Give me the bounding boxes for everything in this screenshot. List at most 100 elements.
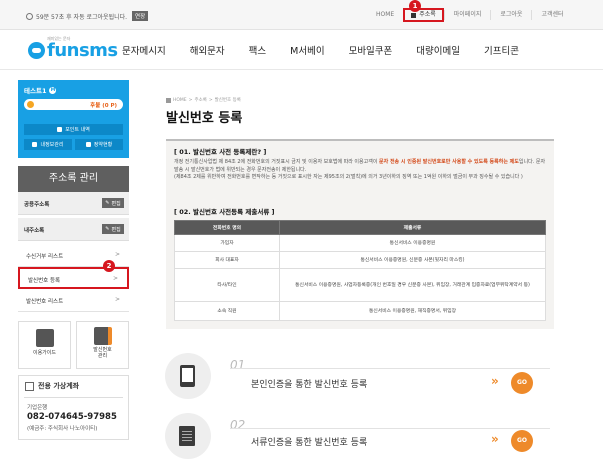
divider: [24, 397, 123, 398]
top-link-home[interactable]: HOME: [367, 10, 403, 20]
page-title: 발신번호 등록: [166, 111, 243, 126]
method2-label[interactable]: 서류인증을 통한 발신번호 등록: [251, 435, 367, 448]
sidebar-item-sender-list[interactable]: 발신번호 리스트 >: [18, 290, 129, 312]
table-header: 전화번호 명의: [174, 220, 280, 235]
breadcrumb-home[interactable]: HOME: [173, 98, 187, 103]
addressbook-icon: [411, 12, 417, 18]
bank-name: 기업은행: [27, 405, 48, 411]
double-chevron-icon: »: [491, 374, 499, 388]
table-cell: 회사 대표자: [174, 251, 280, 269]
point-balance: 후불 (0 P): [24, 99, 123, 110]
top-link-addressbook-label: 주소록: [419, 11, 436, 18]
sidebar-section-shared-addressbook[interactable]: 공용주소록 ✎ 편집: [18, 192, 129, 215]
breadcrumb-sep: >: [188, 97, 193, 103]
method2-number: 02: [230, 418, 246, 432]
section1-title: [ 01. 발신번호 사전 등록제란? ]: [174, 148, 267, 156]
extend-session-button[interactable]: 연장: [132, 11, 149, 21]
section-label: 공용주소록: [24, 202, 50, 208]
pencil-icon: ✎: [105, 226, 110, 232]
top-link-logout[interactable]: 로그아웃: [490, 10, 531, 20]
breadcrumb-current: 발신번호 등록: [214, 98, 241, 103]
my-info-button[interactable]: 내정보관리: [24, 139, 72, 150]
edit-label: 편집: [111, 200, 121, 207]
sidebar-title: 주소록 관리: [18, 166, 129, 192]
step-badge-2: 2: [103, 260, 115, 272]
method1-go-button[interactable]: GO: [511, 372, 533, 394]
method1-number: 01: [230, 358, 246, 372]
table-header: 제출서류: [279, 220, 546, 235]
user-name-text: 테스트1: [24, 87, 47, 95]
nav-mobile-coupon[interactable]: 모바일쿠폰: [349, 43, 393, 57]
account-number: 082-074645-97985: [27, 412, 117, 422]
nav-overseas-sms[interactable]: 해외문자: [190, 43, 225, 57]
breadcrumb-sep: >: [208, 97, 213, 103]
virtual-account-title-text: 전용 가상계좌: [38, 382, 80, 390]
user-guide-button[interactable]: 이용가이드: [18, 321, 71, 369]
section1-text: 개정 전기통신사업법 제 84조 2에 전화번호의 거짓표시 금지 및 이용자 …: [174, 159, 546, 182]
chevron-right-icon: >: [112, 275, 118, 282]
pencil-icon: ✎: [105, 200, 110, 206]
section2-title: [ 02. 발신번호 사전등록 제출서류 ]: [174, 208, 275, 216]
double-chevron-icon: »: [491, 432, 499, 446]
logo-icon: [28, 42, 45, 59]
method1-label[interactable]: 본인인증을 통한 발신번호 등록: [251, 377, 367, 390]
nav-bulk-email[interactable]: 대량이메일: [416, 43, 460, 57]
required-documents-table: 전화번호 명의 제출서류 가입자 통신서비스 이용증명원 회사 대표자 통신서비…: [174, 220, 546, 321]
nav-msurvey[interactable]: M서베이: [290, 43, 324, 57]
chevron-right-icon: >: [114, 296, 120, 303]
sidebar-item-label: 수신거부 리스트: [26, 254, 64, 260]
clock-icon: [26, 12, 33, 20]
sender-manage-button[interactable]: 발신번호 관리: [76, 321, 129, 369]
table-row: 타사/타인 통신서비스 이용증명원, 사업자등록증(개인 번호일 경우 신분증 …: [174, 268, 546, 302]
phone-manage-icon: [93, 327, 112, 345]
method2-go-button[interactable]: GO: [511, 430, 533, 452]
sidebar-item-label: 발신번호 리스트: [26, 299, 64, 305]
user-icon: [57, 127, 63, 132]
nav-fax[interactable]: 팩스: [249, 43, 266, 57]
table-header-row: 전화번호 명의 제출서류: [174, 220, 546, 235]
section1-text-a: 개정 전기통신사업법 제 84조 2에 전화번호의 거짓표시 금지 및 이용자 …: [174, 159, 380, 165]
logo-text: funsms: [47, 40, 118, 61]
point-balance-value: 후불 (0 P): [90, 103, 117, 109]
nav-gifticon[interactable]: 기프티콘: [484, 43, 519, 57]
home-icon: [166, 97, 171, 103]
method1-divider: [230, 368, 550, 369]
table-cell: 통신서비스 이용증명원, 신분증 사본(뒷자리 마스킹): [279, 251, 546, 269]
contract-status-button[interactable]: 정약현황: [75, 139, 123, 150]
breadcrumb-addressbook[interactable]: 주소록: [194, 97, 206, 103]
section1-text-highlight: 문자 전송 시 인증된 발신번호로만 사용할 수 있도록 등록하는 제도: [379, 159, 519, 165]
guide-book-icon: [35, 329, 54, 347]
top-link-support[interactable]: 고객센터: [531, 10, 572, 20]
table-row: 가입자 통신서비스 이용증명원: [174, 234, 546, 252]
my-info-label: 내정보관리: [40, 142, 64, 148]
table-cell: 통신서비스 이용증명원, 사업자등록증(개인 번호일 경우 신분증 사본), 위…: [279, 268, 546, 302]
table-cell: 소속 직원: [174, 301, 280, 321]
nav-sms[interactable]: 문자메시지: [122, 43, 166, 57]
virtual-account-box: 전용 가상계좌 기업은행 082-074645-97985 (예금주: 주식회사…: [18, 375, 129, 440]
contract-icon: [85, 142, 91, 147]
account-holder: (예금주: 주식회사 나노아이티): [27, 426, 98, 432]
point-history-button[interactable]: 포인트 내역: [24, 124, 123, 135]
edit-my-button[interactable]: ✎ 편집: [102, 224, 124, 234]
table-row: 회사 대표자 통신서비스 이용증명원, 신분증 사본(뒷자리 마스킹): [174, 251, 546, 269]
section-label: 내주소록: [24, 228, 45, 234]
top-link-addressbook[interactable]: 주소록: [403, 8, 444, 22]
coin-icon: [27, 101, 34, 108]
edit-shared-button[interactable]: ✎ 편집: [102, 198, 124, 208]
point-history-label: 포인트 내역: [65, 127, 90, 133]
top-links: HOME 주소록 마이페이지 로그아웃 고객센터: [367, 8, 573, 22]
sidebar-section-my-addressbook[interactable]: 내주소록 ✎ 편집: [18, 218, 129, 241]
table-row: 소속 직원 통신서비스 이용증명원, 재직증명서, 위임장: [174, 301, 546, 321]
top-link-mypage[interactable]: 마이페이지: [443, 10, 491, 20]
member-badge-icon: M: [49, 86, 57, 94]
sender-manage-label-2: 관리: [97, 353, 108, 359]
sidebar-item-label: 발신번호 등록: [28, 278, 61, 284]
method2-divider: [230, 428, 550, 429]
edit-label: 편집: [111, 226, 121, 233]
breadcrumb: HOME > 주소록 > 발신번호 등록: [166, 97, 241, 103]
main-nav: 문자메시지 해외문자 팩스 M서베이 모바일쿠폰 대량이메일 기프티콘: [122, 43, 543, 57]
user-name: 테스트1 M: [24, 85, 57, 95]
table-cell: 통신서비스 이용증명원, 재직증명서, 위임장: [279, 301, 546, 321]
logo[interactable]: funsms: [28, 40, 118, 61]
table-cell: 가입자: [174, 234, 280, 252]
